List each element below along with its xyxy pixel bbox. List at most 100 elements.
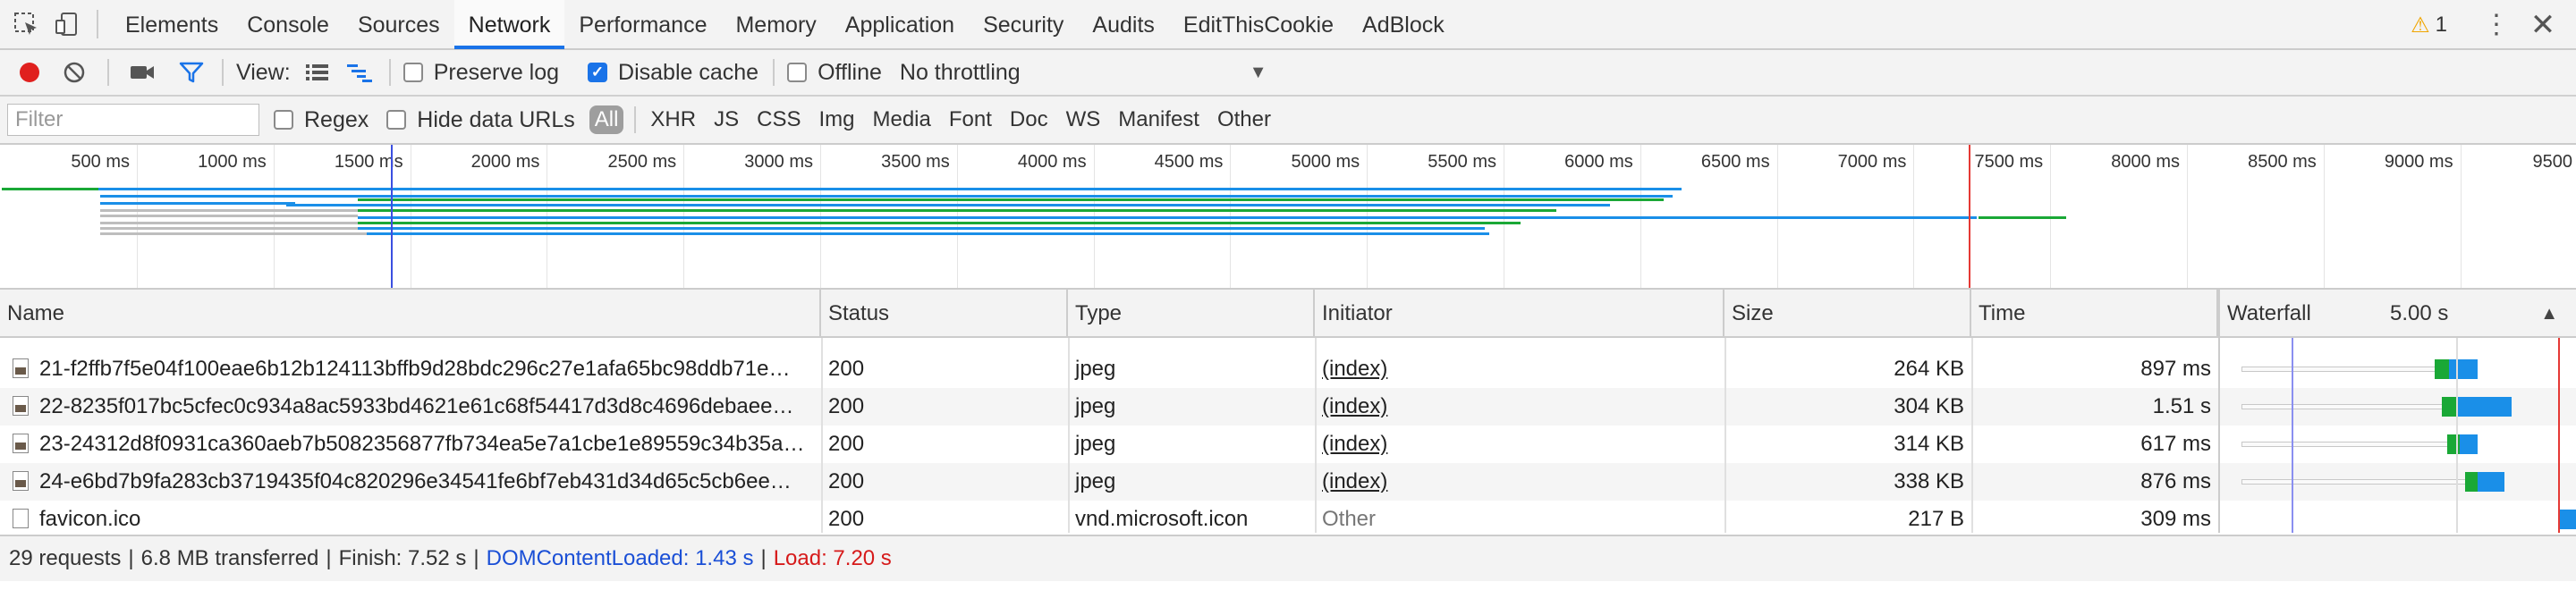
tab-security[interactable]: Security [969, 0, 1078, 49]
tab-adblock[interactable]: AdBlock [1348, 0, 1459, 49]
filter-type-doc[interactable]: Doc [1001, 107, 1057, 132]
table-row[interactable]: 22-8235f017bc5cfec0c934a8ac5933bd4621e61… [0, 388, 2576, 426]
filter-type-js[interactable]: JS [705, 107, 748, 132]
overview-request-bar [286, 204, 1610, 206]
column-type[interactable]: Type [1068, 290, 1315, 338]
waterfall-download-bar[interactable] [2460, 434, 2478, 454]
overview-toggle-button[interactable] [346, 49, 373, 96]
cell-initiator[interactable]: (index) [1315, 388, 1724, 426]
requests-table-body: 21-f2ffb7f5e04f100eae6b12b124113bffb9d28… [0, 338, 2576, 533]
tab-performance[interactable]: Performance [564, 0, 721, 49]
column-size[interactable]: Size [1724, 290, 1971, 338]
filter-type-css[interactable]: CSS [748, 107, 809, 132]
waterfall-download-bar[interactable] [2560, 510, 2576, 529]
waterfall-waiting-bar[interactable] [2435, 359, 2449, 379]
overview-request-bar [98, 188, 259, 190]
filter-type-other[interactable]: Other [1208, 107, 1280, 132]
overview-gridline [2323, 145, 2325, 288]
waterfall-download-bar[interactable] [2449, 359, 2478, 379]
cell-size: 264 KB [1894, 357, 1964, 381]
warnings-counter[interactable]: ⚠ 1 [2411, 13, 2447, 38]
cell-name[interactable]: 23-24312d8f0931ca360aeb7b5082356877fb734… [0, 426, 821, 463]
network-toolbar: View: Preserve log ✓ Disable cache Offli… [0, 50, 2576, 97]
waterfall-scale-label: 5.00 s [2390, 301, 2449, 325]
load-time: Load: 7.20 s [773, 546, 892, 570]
filter-type-img[interactable]: Img [809, 107, 863, 132]
blank-file-icon [13, 508, 29, 528]
hide-data-urls-checkbox[interactable] [386, 110, 407, 130]
finish-time: Finish: 7.52 s [338, 546, 467, 570]
preserve-log-checkbox[interactable] [402, 63, 423, 82]
overview-request-bar [100, 202, 295, 205]
cell-name[interactable]: 22-8235f017bc5cfec0c934a8ac5933bd4621e61… [0, 388, 821, 426]
clear-button[interactable] [63, 49, 86, 96]
tab-sources[interactable]: Sources [343, 0, 454, 49]
divider [222, 59, 224, 86]
cell-initiator[interactable]: (index) [1315, 463, 1724, 501]
waterfall-download-bar[interactable] [2478, 472, 2504, 492]
filter-type-ws[interactable]: WS [1057, 107, 1110, 132]
tab-audits[interactable]: Audits [1078, 0, 1168, 49]
capture-screenshots-button[interactable] [129, 49, 156, 96]
table-row[interactable]: 21-f2ffb7f5e04f100eae6b12b124113bffb9d28… [0, 350, 2576, 388]
filter-type-font[interactable]: Font [940, 107, 1001, 132]
disable-cache-toggle[interactable]: ✓ Disable cache [588, 60, 758, 86]
dropdown-arrow-icon: ▼ [1249, 62, 1267, 82]
tab-memory[interactable]: Memory [721, 0, 830, 49]
table-row[interactable]: 24-e6bd7b9fa283cb3719435f04c820296e34541… [0, 463, 2576, 501]
column-waterfall[interactable]: Waterfall 5.00 s ▲ [2218, 290, 2576, 338]
column-time[interactable]: Time [1971, 290, 2218, 338]
device-toolbar-icon[interactable] [52, 9, 82, 39]
waterfall-waiting-bar[interactable] [2442, 397, 2456, 417]
cell-initiator[interactable]: (index) [1315, 350, 1724, 388]
filter-type-all[interactable]: All [589, 105, 624, 134]
filter-type-manifest[interactable]: Manifest [1109, 107, 1208, 132]
filter-type-xhr[interactable]: XHR [641, 107, 705, 132]
filter-input[interactable] [7, 104, 259, 136]
tab-application[interactable]: Application [831, 0, 969, 49]
cell-type: vnd.microsoft.icon [1075, 507, 1249, 531]
overview-request-bar [358, 216, 626, 219]
list-view-icon [305, 64, 328, 80]
preserve-log-toggle[interactable]: Preserve log [402, 60, 559, 86]
column-status[interactable]: Status [821, 290, 1068, 338]
table-row[interactable]: favicon.ico 200 vnd.microsoft.icon Other 217… [0, 501, 2576, 533]
inspect-element-icon[interactable] [11, 9, 41, 39]
disable-cache-checkbox[interactable]: ✓ [588, 63, 608, 82]
cell-name[interactable]: 24-e6bd7b9fa283cb3719435f04c820296e34541… [0, 463, 821, 501]
waterfall-marker-line [2558, 338, 2560, 533]
offline-checkbox[interactable] [787, 63, 808, 82]
tab-editthiscookie[interactable]: EditThisCookie [1169, 0, 1348, 49]
tab-network[interactable]: Network [453, 0, 565, 49]
resource-type-filters: All XHR JS CSS Img Media Font Doc WS Manifest Othe… [584, 105, 1280, 134]
waterfall-waiting-bar[interactable] [2465, 472, 2478, 492]
waterfall-download-bar[interactable] [2456, 397, 2512, 417]
regex-checkbox[interactable] [274, 110, 293, 130]
overview-tick-label: 6000 ms [1564, 152, 1633, 172]
hide-data-urls-toggle[interactable]: Hide data URLs [386, 107, 575, 133]
cell-name[interactable]: favicon.ico [0, 501, 821, 533]
table-row[interactable]: 23-24312d8f0931ca360aeb7b5082356877fb734… [0, 426, 2576, 463]
offline-toggle[interactable]: Offline [787, 60, 882, 86]
large-rows-button[interactable] [305, 49, 330, 96]
filter-toggle-button[interactable] [179, 49, 204, 96]
filter-type-media[interactable]: Media [863, 107, 939, 132]
record-icon [20, 63, 39, 82]
more-options-icon[interactable]: ⋮ [2483, 12, 2510, 38]
cell-name[interactable]: 21-f2ffb7f5e04f100eae6b12b124113bffb9d28… [0, 350, 821, 388]
tab-elements[interactable]: Elements [111, 0, 233, 49]
waterfall-view-icon [346, 64, 372, 82]
column-initiator[interactable]: Initiator [1315, 290, 1724, 338]
cell-status: 200 [828, 357, 865, 381]
cell-size: 304 KB [1894, 394, 1964, 418]
throttling-select[interactable]: No throttling ▼ [900, 60, 1267, 86]
cell-initiator: Other [1322, 507, 1377, 531]
record-button[interactable] [18, 49, 41, 96]
regex-toggle[interactable]: Regex [274, 107, 369, 133]
image-file-icon [13, 433, 29, 453]
tab-console[interactable]: Console [233, 0, 343, 49]
column-name[interactable]: Name [0, 290, 821, 338]
cell-initiator[interactable]: (index) [1315, 426, 1724, 463]
close-icon[interactable]: ✕ [2529, 7, 2556, 43]
cell-time: 617 ms [2140, 432, 2211, 456]
